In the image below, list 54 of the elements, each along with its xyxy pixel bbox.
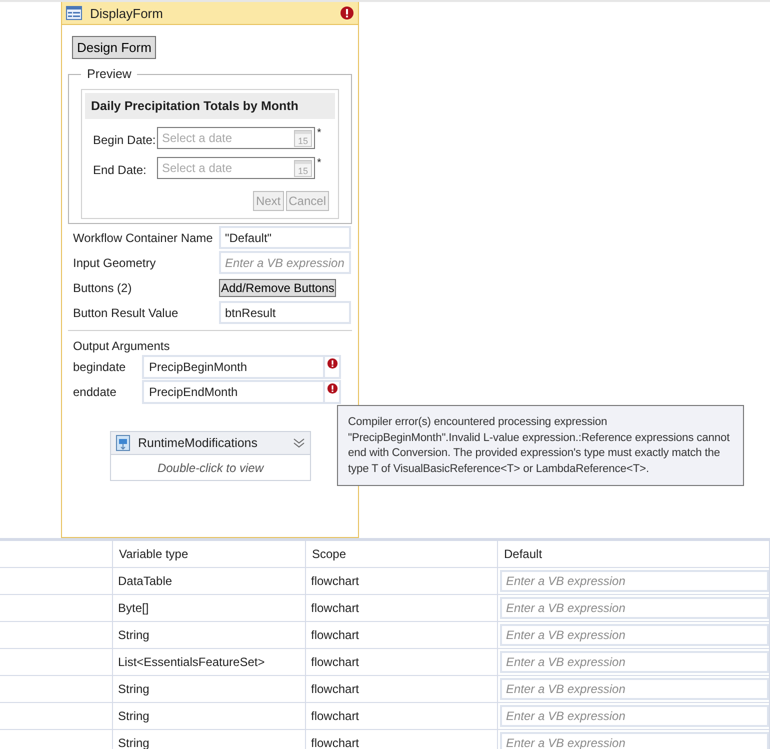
- argument-name: begindate: [73, 360, 127, 374]
- required-mark: *: [317, 127, 322, 139]
- property-label: Buttons (2): [73, 280, 133, 294]
- table-cell: String: [113, 622, 306, 649]
- expression-field[interactable]: Enter a VB expression: [500, 705, 769, 727]
- expression-field[interactable]: Enter a VB expression: [500, 651, 769, 673]
- expression-field[interactable]: Enter a VB expression: [500, 570, 769, 592]
- table-cell: flowchart: [306, 703, 498, 730]
- property-field[interactable]: btnResult: [219, 301, 351, 324]
- field-label: Begin Date:: [93, 133, 157, 147]
- design-form-button[interactable]: Design Form: [72, 36, 156, 59]
- argument-name: enddate: [73, 385, 118, 399]
- table-cell: flowchart: [306, 649, 498, 676]
- add-remove-buttons-button[interactable]: Add/Remove Buttons: [219, 278, 336, 296]
- table-cell: flowchart: [306, 595, 498, 622]
- table-cell: List<EssentialsFeatureSet>: [113, 649, 306, 676]
- calendar-icon: 15: [294, 129, 312, 147]
- column-header[interactable]: Scope: [306, 541, 498, 568]
- table-cell: Byte[]: [113, 595, 306, 622]
- property-label: Workflow Container Name: [73, 230, 214, 244]
- property-label: Input Geometry: [73, 256, 157, 270]
- error-tooltip: Compiler error(s) encountered processing expression "PrecipBeginMonth".Invalid L-value expression.:Reference expressions cannot end with Conversion. The provided expression's type must exactly match the type T of VisualBasicReference<T> or LambdaReference<T>.: [337, 405, 744, 486]
- expression-field[interactable]: Enter a VB expression: [500, 597, 769, 619]
- property-label: Button Result Value: [73, 306, 180, 320]
- table-cell: flowchart: [306, 622, 498, 649]
- table-cell: String: [113, 676, 306, 703]
- argument-field[interactable]: PrecipEndMonth: [142, 380, 325, 404]
- field-label: End Date:: [93, 163, 148, 177]
- table-cell: String: [113, 703, 306, 730]
- activity-icon: [116, 435, 130, 451]
- expression-field[interactable]: Enter a VB expression: [500, 678, 769, 700]
- table-cell: flowchart: [306, 730, 498, 749]
- calendar-icon: 15: [294, 159, 312, 177]
- preview-legend: Preview: [81, 67, 138, 81]
- child-activity-title: RuntimeModifications: [138, 436, 258, 450]
- table-cell: flowchart: [306, 676, 498, 703]
- table-cell: DataTable: [113, 568, 306, 595]
- date-picker[interactable]: Select a date 15: [157, 157, 315, 179]
- form-icon: [66, 6, 82, 20]
- activity-title: DisplayForm: [90, 6, 164, 20]
- property-field[interactable]: Enter a VB expression: [219, 251, 351, 274]
- child-activity-card[interactable]: RuntimeModifications Double-click to view: [110, 431, 311, 481]
- argument-field[interactable]: PrecipBeginMonth: [142, 355, 325, 379]
- expression-field[interactable]: Enter a VB expression: [500, 624, 769, 646]
- child-activity-hint: Double-click to view: [156, 460, 265, 477]
- property-field[interactable]: "Default": [219, 226, 351, 249]
- expand-icon[interactable]: [293, 437, 305, 449]
- date-picker[interactable]: Select a date 15: [157, 127, 315, 149]
- table-cell: flowchart: [306, 568, 498, 595]
- column-header[interactable]: Default: [498, 541, 770, 568]
- column-header[interactable]: Variable type: [113, 541, 306, 568]
- section-heading: Output Arguments: [73, 339, 171, 353]
- required-mark: *: [317, 157, 322, 169]
- form-title: Daily Precipitation Totals by Month: [85, 93, 335, 119]
